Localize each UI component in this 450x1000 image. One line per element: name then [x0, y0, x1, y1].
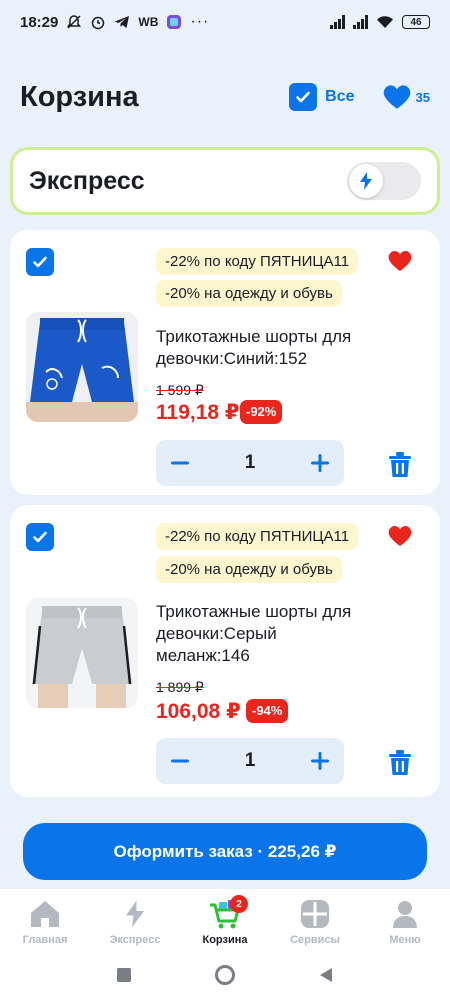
- plus-icon[interactable]: [310, 453, 330, 473]
- discount-badge: -94%: [246, 699, 289, 723]
- home-button[interactable]: [215, 965, 235, 985]
- trash-icon[interactable]: [388, 452, 412, 478]
- cart-item: -22% по коду ПЯТНИЦА11 -20% на одежду и …: [10, 505, 440, 797]
- nav-item-menu[interactable]: Меню: [360, 889, 450, 950]
- product-name[interactable]: Трикотажные шорты для девочки:Синий:152: [156, 326, 416, 370]
- product-name[interactable]: Трикотажные шорты для девочки:Серый мела…: [156, 601, 356, 667]
- old-price: 1 599 ₽: [156, 382, 204, 398]
- alarm-icon: [92, 16, 105, 30]
- nav-item-express[interactable]: Экспресс: [90, 889, 180, 950]
- profile-icon: [388, 897, 422, 931]
- bottom-nav: Главная Экспресс 2 Корзина Сервисы Меню: [0, 888, 450, 950]
- checkmark-icon: [33, 256, 47, 268]
- promo-code-badge: -22% по коду ПЯТНИЦА11: [156, 523, 359, 550]
- discount-badge: -92%: [240, 400, 283, 424]
- page-title: Корзина: [20, 80, 139, 113]
- cart-header: Корзина Все 35: [0, 62, 450, 132]
- favorite-heart-icon[interactable]: [388, 250, 412, 272]
- battery-icon: 46: [402, 15, 430, 29]
- status-right: 46: [330, 15, 430, 29]
- app-icon: [167, 15, 182, 29]
- current-price: 119,18 ₽: [156, 401, 240, 424]
- more-notifications-icon: ···: [190, 13, 210, 30]
- promo-category-badge: -20% на одежду и обувь: [156, 556, 342, 583]
- promo-code-badge: -22% по коду ПЯТНИЦА11: [156, 248, 359, 275]
- muted-notification-icon: [67, 15, 82, 29]
- nav-label-menu: Меню: [389, 934, 421, 946]
- checkout-button[interactable]: Оформить заказ · 225,26 ₽: [23, 823, 427, 880]
- express-delivery-row: Экспресс: [10, 147, 440, 215]
- quantity-stepper: 1: [156, 738, 344, 784]
- quantity-value: 1: [244, 452, 256, 473]
- plus-icon[interactable]: [310, 751, 330, 771]
- favorites-count: 35: [415, 89, 430, 105]
- nav-label-home: Главная: [22, 934, 68, 946]
- services-icon: [298, 897, 332, 931]
- grey-shorts-image: [26, 598, 138, 708]
- select-all-checkbox[interactable]: [289, 83, 318, 111]
- signal-icon-1: [330, 15, 345, 29]
- toggle-knob: [349, 164, 383, 198]
- telegram-icon: [115, 16, 130, 28]
- nav-label-services: Сервисы: [290, 934, 340, 946]
- select-all-label[interactable]: Все: [325, 88, 354, 106]
- wb-label: WB: [138, 15, 159, 29]
- cart-item: -22% по коду ПЯТНИЦА11 -20% на одежду и …: [10, 230, 440, 495]
- checkmark-icon: [33, 531, 47, 543]
- old-price: 1 899 ₽: [156, 679, 204, 695]
- quantity-stepper: 1: [156, 440, 344, 486]
- wifi-icon: [377, 16, 393, 28]
- nav-label-cart: Корзина: [202, 934, 248, 946]
- status-time: 18:29: [20, 13, 59, 31]
- minus-icon[interactable]: [170, 453, 190, 473]
- nav-label-express: Экспресс: [109, 934, 161, 946]
- quantity-value: 1: [244, 750, 256, 771]
- blue-shorts-image: [26, 312, 138, 422]
- lightning-icon: [118, 897, 152, 931]
- minus-icon[interactable]: [170, 751, 190, 771]
- recent-apps-button[interactable]: [117, 968, 131, 982]
- favorite-heart-icon[interactable]: [388, 525, 412, 547]
- express-toggle[interactable]: [347, 162, 421, 200]
- checkmark-icon: [296, 91, 310, 103]
- status-icons: WB ···: [66, 13, 209, 31]
- product-image[interactable]: [26, 598, 138, 708]
- lightning-icon: [360, 172, 372, 190]
- product-image[interactable]: [26, 312, 138, 422]
- current-price: 106,08 ₽: [156, 700, 241, 723]
- header-actions: Все 35: [289, 83, 430, 111]
- cart-badge: 2: [230, 895, 248, 913]
- back-button[interactable]: [319, 967, 333, 983]
- nav-item-home[interactable]: Главная: [0, 889, 90, 950]
- nav-item-cart[interactable]: 2 Корзина: [180, 889, 270, 950]
- promo-category-badge: -20% на одежду и обувь: [156, 280, 342, 307]
- status-bar: 18:29 WB ··· 46: [0, 0, 450, 44]
- nav-item-services[interactable]: Сервисы: [270, 889, 360, 950]
- item-checkbox[interactable]: [26, 248, 54, 276]
- system-nav-bar: [0, 950, 450, 1000]
- trash-icon[interactable]: [388, 750, 412, 776]
- express-label: Экспресс: [29, 166, 145, 195]
- item-checkbox[interactable]: [26, 523, 54, 551]
- signal-icon-2: [353, 15, 368, 29]
- home-icon: [28, 897, 62, 931]
- cart-icon: 2: [208, 895, 248, 931]
- favorites-heart-icon[interactable]: [383, 84, 411, 110]
